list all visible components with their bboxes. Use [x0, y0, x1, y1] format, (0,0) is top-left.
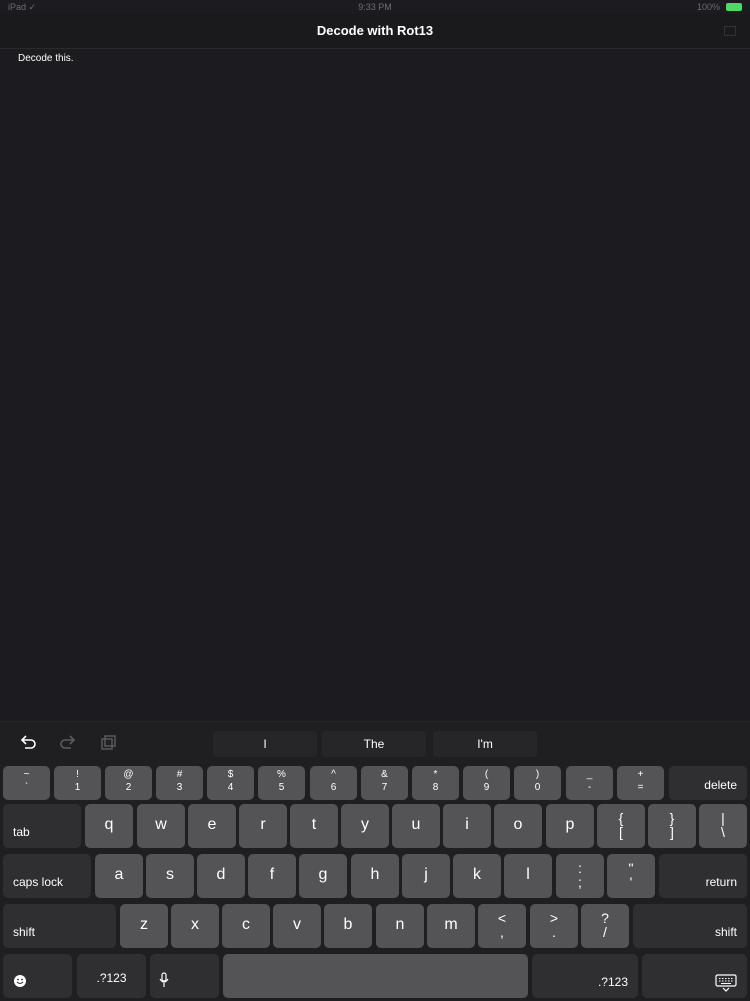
key-s[interactable]: s	[146, 854, 194, 898]
key-y[interactable]: y	[341, 804, 389, 848]
page-title: Decode with Rot13	[316, 23, 434, 38]
key-e[interactable]: e	[188, 804, 236, 848]
key-right-brace[interactable]: }]	[648, 804, 696, 848]
suggestion-1[interactable]: I	[213, 731, 317, 757]
key-9[interactable]: (9	[463, 766, 510, 800]
paste-icon[interactable]	[98, 734, 118, 752]
suggestion-2[interactable]: The	[322, 731, 426, 757]
key-w[interactable]: w	[137, 804, 185, 848]
key-b[interactable]: b	[324, 904, 372, 948]
key-5[interactable]: % 5	[258, 766, 305, 800]
caps-lock-key[interactable]: caps lock	[3, 854, 91, 898]
key-8[interactable]: * 8	[412, 766, 459, 800]
onscreen-keyboard: I The I'm ~ ` ! 1 @2 #3 $4 % 5 ^ 6 & 7 * 8 (9 …	[0, 721, 750, 1001]
key-u[interactable]: u	[392, 804, 440, 848]
clock: 9:33 PM	[358, 2, 392, 12]
key-r[interactable]: r	[239, 804, 287, 848]
microphone-icon	[159, 972, 169, 987]
key-semicolon[interactable]: :;	[556, 854, 604, 898]
dismiss-keyboard-key[interactable]	[642, 954, 747, 998]
key-k[interactable]: k	[453, 854, 501, 898]
key-equals[interactable]: + =	[617, 766, 664, 800]
dictation-key[interactable]	[150, 954, 219, 998]
key-3[interactable]: #3	[156, 766, 203, 800]
key-d[interactable]: d	[197, 854, 245, 898]
key-v[interactable]: v	[273, 904, 321, 948]
key-slash[interactable]: ? /	[581, 904, 629, 948]
key-m[interactable]: m	[427, 904, 475, 948]
key-left-brace[interactable]: {[	[597, 804, 645, 848]
numbers-right-key[interactable]: .?123	[532, 954, 638, 998]
emoji-key[interactable]	[3, 954, 72, 998]
emoji-icon	[14, 975, 26, 987]
shift-right-key[interactable]: shift	[633, 904, 747, 948]
key-a[interactable]: a	[95, 854, 143, 898]
key-minus[interactable]: _ -	[566, 766, 613, 800]
return-key[interactable]: return	[659, 854, 747, 898]
key-q[interactable]: q	[85, 804, 133, 848]
nav-action-icon[interactable]	[724, 26, 736, 36]
key-comma[interactable]: <,	[478, 904, 526, 948]
key-j[interactable]: j	[402, 854, 450, 898]
text-editor[interactable]: Decode this.	[0, 49, 750, 721]
tab-key[interactable]: tab	[3, 804, 81, 848]
key-period[interactable]: >.	[530, 904, 578, 948]
key-4[interactable]: $4	[207, 766, 254, 800]
key-quote[interactable]: " '	[607, 854, 655, 898]
editor-text: Decode this.	[18, 53, 74, 64]
battery-icon	[726, 3, 742, 11]
battery-percentage: 100%	[696, 2, 720, 12]
key-t[interactable]: t	[290, 804, 338, 848]
key-p[interactable]: p	[546, 804, 594, 848]
key-backslash[interactable]: | \	[699, 804, 747, 848]
key-backtick[interactable]: ~ `	[3, 766, 50, 800]
key-f[interactable]: f	[248, 854, 296, 898]
delete-key[interactable]: delete	[669, 766, 747, 800]
key-6[interactable]: ^ 6	[310, 766, 357, 800]
navigation-bar: Decode with Rot13	[0, 14, 750, 49]
key-o[interactable]: o	[494, 804, 542, 848]
key-i[interactable]: i	[443, 804, 491, 848]
key-1[interactable]: ! 1	[54, 766, 101, 800]
keyboard-dismiss-icon	[715, 974, 737, 992]
numbers-left-key[interactable]: .?123	[77, 954, 146, 998]
suggestion-3[interactable]: I'm	[433, 731, 537, 757]
space-bar[interactable]	[223, 954, 528, 998]
status-bar: iPad ✓ 9:33 PM 100%	[0, 0, 750, 14]
key-l[interactable]: l	[504, 854, 552, 898]
key-x[interactable]: x	[171, 904, 219, 948]
redo-icon[interactable]	[58, 734, 78, 752]
shift-left-key[interactable]: shift	[3, 904, 116, 948]
key-n[interactable]: n	[376, 904, 424, 948]
key-h[interactable]: h	[351, 854, 399, 898]
shortcut-bar: I The I'm	[0, 722, 750, 762]
key-2[interactable]: @2	[105, 766, 152, 800]
undo-icon[interactable]	[18, 734, 38, 752]
key-c[interactable]: c	[222, 904, 270, 948]
key-0[interactable]: ) 0	[514, 766, 561, 800]
key-z[interactable]: z	[120, 904, 168, 948]
key-g[interactable]: g	[299, 854, 347, 898]
key-7[interactable]: & 7	[361, 766, 408, 800]
